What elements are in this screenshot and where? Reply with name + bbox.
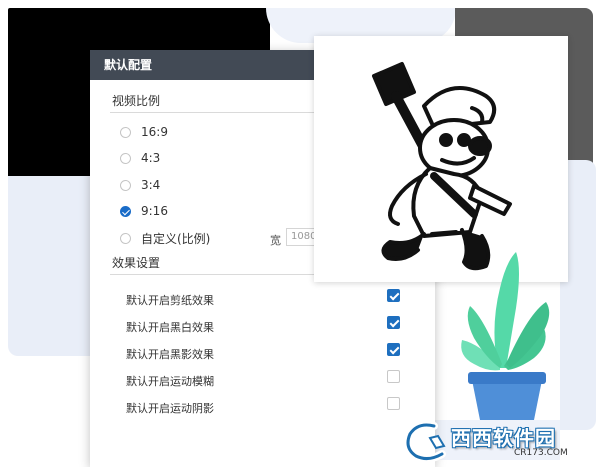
checkbox-bw[interactable] — [387, 316, 400, 329]
effect-label-motion-blur: 默认开启运动模糊 — [126, 375, 214, 388]
width-label: 宽 — [270, 234, 281, 247]
aspect-section-title: 视频比例 — [112, 94, 161, 108]
radio-16-9[interactable]: 16:9 — [120, 123, 168, 141]
effect-label-papercut: 默认开启剪纸效果 — [126, 294, 214, 307]
radio-label: 3:4 — [141, 178, 161, 192]
radio-label: 4:3 — [141, 151, 161, 165]
radio-9-16[interactable]: 9:16 — [120, 202, 168, 220]
backdrop-light-left — [8, 176, 90, 356]
checkbox-papercut[interactable] — [387, 289, 400, 302]
mascot-card — [314, 36, 568, 282]
effects-section-title: 效果设置 — [112, 256, 161, 270]
checkbox-motion-blur[interactable] — [387, 370, 400, 383]
radio-icon[interactable] — [120, 179, 131, 191]
checkbox-shadow[interactable] — [387, 343, 400, 356]
effect-label-bw: 默认开启黑白效果 — [126, 321, 214, 334]
effect-label-motion-shadow: 默认开启运动阴影 — [126, 402, 214, 415]
radio-label: 9:16 — [141, 204, 168, 218]
radio-icon[interactable] — [120, 126, 131, 138]
radio-label: 16:9 — [141, 125, 168, 139]
watermark-url: CR173.COM — [514, 448, 568, 458]
radio-icon[interactable] — [120, 152, 131, 164]
radio-4-3[interactable]: 4:3 — [120, 149, 160, 167]
cr-logo-icon — [404, 421, 446, 462]
radio-custom[interactable]: 自定义(比例) — [120, 229, 210, 247]
radio-3-4[interactable]: 3:4 — [120, 176, 160, 194]
hammer-worker-icon — [372, 62, 512, 271]
watermark: 西西软件园 CR173.COM — [404, 418, 584, 462]
radio-icon[interactable] — [120, 232, 131, 244]
watermark-brand: 西西软件园 — [451, 426, 556, 450]
checkbox-motion-shadow[interactable] — [387, 397, 400, 410]
radio-label: 自定义(比例) — [141, 231, 211, 246]
potted-plant-icon — [461, 252, 550, 420]
radio-checked-icon[interactable] — [120, 205, 131, 217]
effect-label-shadow: 默认开启黑影效果 — [126, 348, 214, 361]
